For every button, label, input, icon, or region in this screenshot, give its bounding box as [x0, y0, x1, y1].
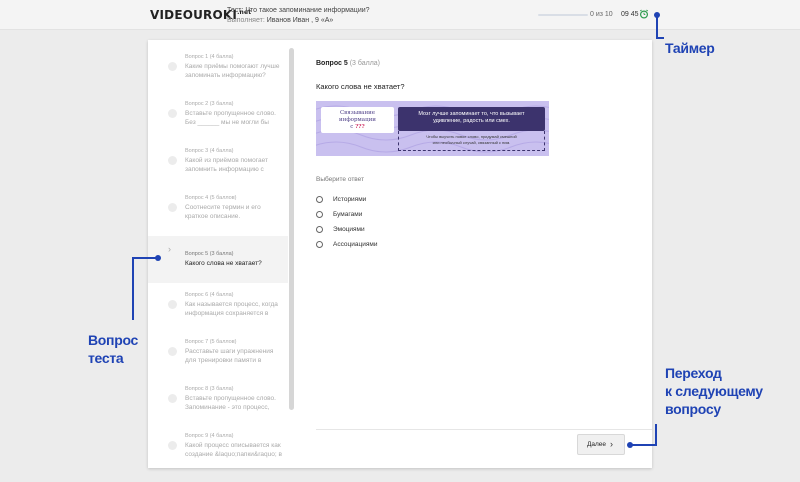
status-dot-icon	[168, 441, 177, 450]
sidebar-scrollbar[interactable]	[289, 48, 294, 410]
question-list-item-head: Вопрос 3 (4 балла)	[185, 148, 234, 154]
chevron-right-icon: ›	[168, 244, 171, 254]
question-list-item-head: Вопрос 6 (4 балла)	[185, 292, 234, 298]
question-list-item-5[interactable]: › Вопрос 5 (3 балла) Какого слова не хва…	[148, 236, 288, 283]
question-list-item-head: Вопрос 1 (4 балла)	[185, 54, 234, 60]
question-list-item-text: Вставьте пропущенное слово. Без ______ м…	[185, 110, 276, 126]
test-panel: Вопрос 1 (4 балла) Какие приёмы помогают…	[148, 40, 652, 468]
question-list-item-head: Вопрос 9 (4 балла)	[185, 433, 234, 439]
status-dot-icon	[168, 300, 177, 309]
question-list-item-head: Вопрос 5 (3 балла)	[185, 251, 234, 257]
image-left-card: Связывание информации с ???	[321, 107, 394, 133]
radio-button[interactable]	[316, 196, 323, 203]
question-list-item-head: Вопрос 4 (5 баллов)	[185, 195, 237, 201]
status-dot-icon	[168, 394, 177, 403]
status-dot-icon	[168, 347, 177, 356]
question-list-item-head: Вопрос 8 (3 балла)	[185, 386, 234, 392]
question-list-item-9[interactable]: Вопрос 9 (4 балла) Какой процесс описыва…	[148, 431, 288, 468]
alarm-clock-icon	[639, 9, 649, 19]
timer-callout-line	[656, 15, 658, 38]
answer-option-3[interactable]: Эмоциями	[316, 225, 516, 237]
question-list-item-head: Вопрос 7 (5 баллов)	[185, 339, 237, 345]
question-list-item-text: Какой из приёмов помогает запомнить инфо…	[185, 157, 268, 173]
question-list-item-text: Какой процесс описывается как создание &…	[185, 442, 282, 458]
choose-answer-label: Выберите ответ	[316, 176, 365, 183]
question-title: Вопрос 5 (3 балла)	[316, 60, 381, 67]
timer-callout: Таймер	[665, 40, 715, 56]
question-list-item-2[interactable]: Вопрос 2 (3 балла) Вставьте пропущенное …	[148, 99, 288, 146]
answer-option-1[interactable]: Историями	[316, 195, 516, 207]
image-hint-box: Чтобы выучить новое слово, придумай смеш…	[398, 131, 545, 151]
question-list: Вопрос 1 (4 балла) Какие приёмы помогают…	[148, 40, 296, 468]
chevron-right-icon: ›	[610, 439, 613, 449]
answer-option-2[interactable]: Бумагами	[316, 210, 516, 222]
image-right-card: Мозг лучше запоминает то, что вызывает у…	[398, 107, 545, 131]
radio-button[interactable]	[316, 241, 323, 248]
timer-callout-line	[656, 37, 664, 39]
test-title: Тест: Что такое запоминание информации?	[227, 7, 370, 14]
top-bar: VIDEOUROKI.net Тест: Что такое запоминан…	[0, 0, 800, 30]
question-list-item-4[interactable]: Вопрос 4 (5 баллов) Соотнесите термин и …	[148, 193, 288, 240]
footer-divider	[316, 429, 652, 430]
question-list-item-6[interactable]: Вопрос 6 (4 балла) Как называется процес…	[148, 290, 288, 337]
question-list-item-1[interactable]: Вопрос 1 (4 балла) Какие приёмы помогают…	[148, 52, 288, 99]
question-callout: Вопрос теста	[88, 332, 139, 366]
timer-value: 09 45	[621, 11, 639, 18]
question-list-item-8[interactable]: Вопрос 8 (3 балла) Вставьте пропущенное …	[148, 384, 288, 431]
next-callout: Переход к следующему вопросу	[665, 365, 763, 417]
radio-button[interactable]	[316, 211, 323, 218]
question-list-item-text: Какие приёмы помогают лучше запоминать и…	[185, 63, 280, 79]
question-callout-line	[132, 257, 156, 259]
question-image: Связывание информации с ??? Мозг лучше з…	[316, 101, 549, 156]
question-list-item-text: Какого слова не хватает?	[185, 260, 262, 267]
question-callout-line	[132, 257, 134, 320]
performer-line: Выполняет: Иванов Иван , 9 «А»	[227, 17, 334, 24]
question-list-item-text: Соотнесите термин и его краткое описание…	[185, 204, 261, 220]
status-dot-icon	[168, 156, 177, 165]
question-list-item-text: Расставьте шаги упражнения для тренировк…	[185, 348, 274, 364]
status-dot-icon	[168, 109, 177, 118]
progress-counter: 0 из 10	[590, 11, 613, 18]
next-button[interactable]: Далее ›	[577, 434, 625, 455]
next-callout-line	[630, 444, 656, 446]
status-dot-icon	[168, 62, 177, 71]
status-dot-icon	[168, 203, 177, 212]
question-list-item-text: Вставьте пропущенное слово. Запоминание …	[185, 395, 276, 411]
answer-option-4[interactable]: Ассоциациями	[316, 240, 516, 252]
question-list-item-3[interactable]: Вопрос 3 (4 балла) Какой из приёмов помо…	[148, 146, 288, 193]
test-info: Тест: Что такое запоминание информации? …	[227, 6, 370, 26]
question-list-item-head: Вопрос 2 (3 балла)	[185, 101, 234, 107]
next-callout-line	[655, 424, 657, 446]
progress-bar	[538, 14, 588, 16]
question-list-item-7[interactable]: Вопрос 7 (5 баллов) Расставьте шаги упра…	[148, 337, 288, 384]
radio-button[interactable]	[316, 226, 323, 233]
question-list-item-text: Как называется процесс, когда информация…	[185, 301, 278, 317]
question-area: Вопрос 5 (3 балла) Какого слова не хвата…	[316, 40, 652, 468]
question-text: Какого слова не хватает?	[316, 82, 405, 91]
